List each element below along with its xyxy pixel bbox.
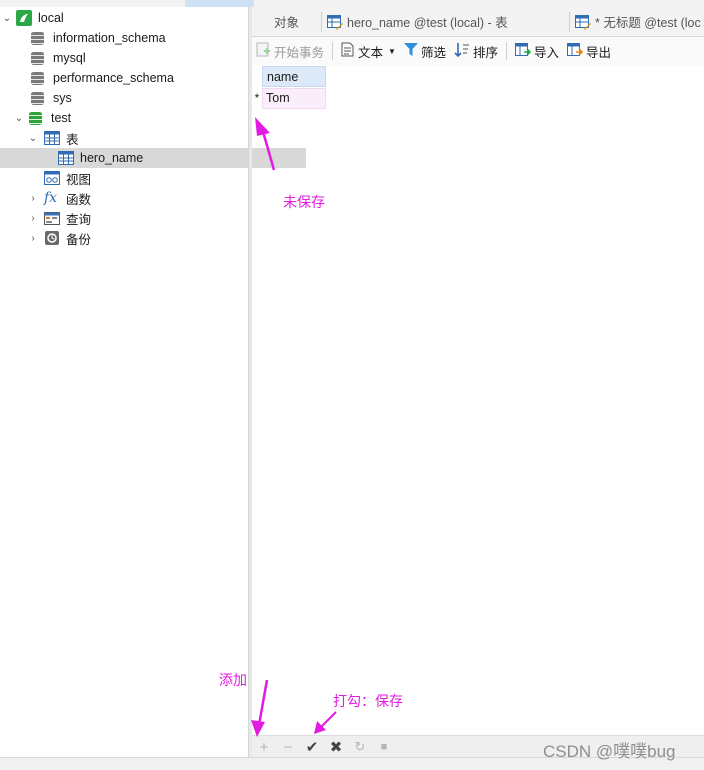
annotation-unsaved: 未保存: [283, 194, 325, 210]
watermark: CSDN @噗噗bug: [543, 742, 676, 761]
annotation-check-save: 打勾：保存: [333, 693, 403, 709]
annotation-arrows: [251, 117, 337, 737]
annotation-add: 添加: [219, 672, 247, 688]
